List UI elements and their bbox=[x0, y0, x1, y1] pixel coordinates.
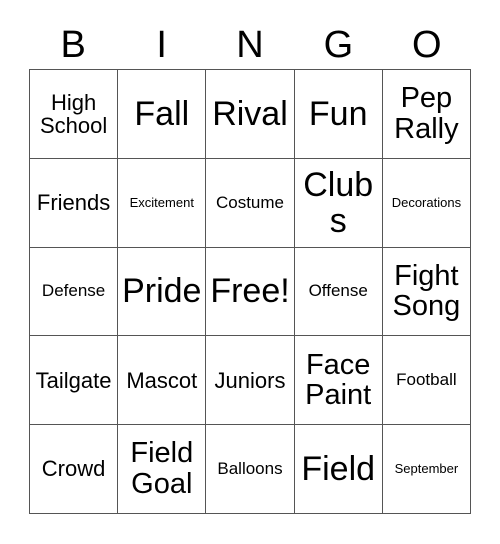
bingo-cell-g2[interactable]: Clubs bbox=[294, 158, 383, 248]
bingo-cell-i5[interactable]: Field Goal bbox=[118, 425, 207, 514]
bingo-cell-label: Tailgate bbox=[35, 367, 112, 393]
bingo-header-letter-o: O bbox=[412, 23, 442, 66]
bingo-cell-free-space[interactable]: Free! bbox=[206, 247, 295, 337]
bingo-cell-label: September bbox=[394, 461, 459, 477]
bingo-grid: High School Fall Rival Fun Pep Rally Fri… bbox=[29, 69, 471, 514]
bingo-cell-label: High School bbox=[39, 89, 108, 138]
bingo-cell-b1[interactable]: High School bbox=[30, 70, 119, 159]
bingo-cell-label: Field Goal bbox=[130, 437, 194, 501]
bingo-cell-n5[interactable]: Balloons bbox=[206, 425, 295, 514]
bingo-cell-label: Free! bbox=[210, 272, 290, 311]
bingo-cell-label: Crowd bbox=[41, 456, 106, 482]
bingo-cell-i2[interactable]: Excitement bbox=[118, 158, 207, 248]
bingo-cell-i3[interactable]: Pride bbox=[118, 247, 207, 337]
bingo-cell-n2[interactable]: Costume bbox=[206, 158, 295, 248]
bingo-cell-g5[interactable]: Field bbox=[294, 425, 383, 514]
bingo-header-letter-g: G bbox=[323, 23, 354, 66]
bingo-cell-label: Pep Rally bbox=[394, 82, 459, 145]
bingo-cell-o3[interactable]: Fight Song bbox=[382, 247, 471, 337]
bingo-cell-g1[interactable]: Fun bbox=[294, 70, 383, 159]
bingo-cell-label: Juniors bbox=[214, 367, 286, 393]
bingo-cell-label: Face Paint bbox=[305, 348, 372, 412]
bingo-cell-o4[interactable]: Football bbox=[382, 336, 471, 426]
bingo-header-row: B I N G O bbox=[29, 20, 471, 69]
bingo-header-letter-i: I bbox=[156, 23, 167, 66]
bingo-cell-label: Offense bbox=[308, 281, 368, 301]
bingo-cell-n4[interactable]: Juniors bbox=[206, 336, 295, 426]
bingo-cell-label: Clubs bbox=[303, 165, 374, 240]
bingo-cell-o2[interactable]: Decorations bbox=[382, 158, 471, 248]
bingo-cell-label: Pride bbox=[122, 272, 202, 311]
bingo-cell-i4[interactable]: Mascot bbox=[118, 336, 207, 426]
bingo-header-letter-b: B bbox=[60, 23, 86, 66]
bingo-cell-g4[interactable]: Face Paint bbox=[294, 336, 383, 426]
bingo-cell-label: Friends bbox=[36, 190, 111, 216]
bingo-cell-label: Fight Song bbox=[392, 259, 461, 323]
bingo-cell-o1[interactable]: Pep Rally bbox=[382, 70, 471, 159]
bingo-cell-label: Costume bbox=[215, 192, 284, 212]
bingo-cell-label: Defense bbox=[41, 281, 106, 301]
bingo-cell-o5[interactable]: September bbox=[382, 425, 471, 514]
bingo-cell-i1[interactable]: Fall bbox=[118, 70, 207, 159]
bingo-cell-b3[interactable]: Defense bbox=[30, 247, 119, 337]
bingo-cell-n1[interactable]: Rival bbox=[206, 70, 295, 159]
bingo-cell-label: Balloons bbox=[217, 459, 283, 479]
bingo-cell-g3[interactable]: Offense bbox=[294, 247, 383, 337]
bingo-cell-label: Mascot bbox=[126, 367, 198, 393]
bingo-cell-b4[interactable]: Tailgate bbox=[30, 336, 119, 426]
bingo-cell-label: Decorations bbox=[391, 194, 462, 210]
bingo-cell-label: Field bbox=[301, 450, 376, 489]
bingo-cell-label: Fun bbox=[308, 94, 368, 133]
bingo-cell-label: Excitement bbox=[129, 194, 194, 210]
bingo-cell-label: Football bbox=[396, 370, 457, 390]
bingo-cell-b5[interactable]: Crowd bbox=[30, 425, 119, 514]
bingo-cell-label: Fall bbox=[134, 94, 190, 133]
bingo-card: B I N G O High School Fall Rival Fun Pep… bbox=[0, 0, 500, 544]
bingo-cell-label: Rival bbox=[212, 94, 288, 133]
bingo-header-letter-n: N bbox=[236, 23, 264, 66]
bingo-cell-b2[interactable]: Friends bbox=[30, 158, 119, 248]
